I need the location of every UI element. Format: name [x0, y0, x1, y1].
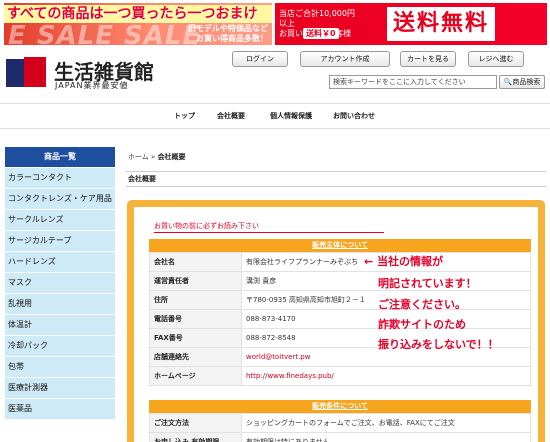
sidebar-item[interactable]: コンタクトレンズ・ケア用品: [5, 188, 115, 209]
site-logo-icon[interactable]: [6, 57, 48, 91]
sale-background-text: E SALE SALE: [8, 21, 202, 45]
row-key: FAX番号: [149, 328, 242, 348]
warning-line1: ← 当社の情報が: [364, 255, 444, 268]
page-title: 会社概要: [126, 171, 546, 187]
seller-table: 会社名 有限会社ライフプランナーみぞぶち 運営責任者 溝渕 貴彦 住所 〒780-09…: [149, 252, 531, 386]
breadcrumb-home[interactable]: ホーム: [128, 153, 149, 161]
homepage-link[interactable]: http://www.finedays.pub/: [241, 366, 531, 386]
section-seller[interactable]: 販売主体について: [149, 239, 531, 252]
warning-line5: 振り込みをしないで！！: [378, 338, 499, 351]
main-nav: トップ 会社概要 個人情報保護 お問い合わせ: [0, 103, 550, 129]
row-value: ショッピングカートのフォームでご注文、お電話、FAXにてご注文: [241, 413, 531, 433]
row-key: 運営責任者: [149, 271, 242, 291]
warning-line3: ご注意ください。: [378, 298, 466, 311]
sidebar-item[interactable]: 体温計: [5, 314, 115, 335]
nav-contact[interactable]: お問い合わせ: [333, 111, 375, 121]
row-key: ホームページ: [149, 366, 242, 386]
sidebar-item[interactable]: 包帯: [5, 356, 115, 377]
table-row: 住所 〒780-0935 高知県高知市旭町２－１: [149, 290, 531, 310]
row-key: ご注文方法: [149, 413, 242, 433]
sidebar-title: 商品一覧: [5, 147, 115, 167]
shipping-banner[interactable]: 当店ご合計10,000円以上 お買い上げのお客様 送料￥0 送料無料: [275, 3, 547, 45]
sidebar-item[interactable]: マスク: [5, 272, 115, 293]
row-key: 電話番号: [149, 309, 242, 329]
company-info-panel: お買い物の前に必ずお読み下さい 販売主体について 会社名 有限会社ライフプランナー…: [127, 200, 545, 442]
breadcrumb-current: 会社概要: [157, 153, 186, 161]
nav-privacy[interactable]: 個人情報保護: [270, 111, 312, 121]
promo-sub-line2: お買い得商品多数！: [196, 34, 268, 43]
notice-text: お買い物の前に必ずお読み下さい: [154, 221, 384, 233]
create-account-button[interactable]: アカウント作成: [300, 51, 390, 67]
view-cart-button[interactable]: カートを見る: [400, 51, 456, 67]
free-shipping-title: 送料無料: [387, 7, 496, 41]
category-sidebar: 商品一覧 カラーコンタクト コンタクトレンズ・ケア用品 サークルレンズ サージカ…: [5, 147, 115, 419]
table-row: お申し込み 有効期限 有効期限は特にありません。: [149, 432, 531, 442]
sidebar-item[interactable]: 冷却パック: [5, 335, 115, 356]
login-button[interactable]: ログイン: [232, 51, 288, 67]
breadcrumb: ホーム » 会社概要: [128, 152, 186, 162]
sidebar-item[interactable]: カラーコンタクト: [5, 167, 115, 188]
section-terms[interactable]: 販売条件について: [149, 400, 531, 413]
table-row: 会社名 有限会社ライフプランナーみぞぶち: [149, 252, 531, 272]
checkout-button[interactable]: レジへ進む: [468, 51, 524, 67]
search-button[interactable]: 🔍商品検索: [499, 75, 545, 89]
row-key: 住所: [149, 290, 242, 310]
company-info-inner: お買い物の前に必ずお読み下さい 販売主体について 会社名 有限会社ライフプランナー…: [134, 207, 538, 442]
promo-sub-line1: 旧モデルや特価品など: [188, 24, 268, 33]
row-key: 会社名: [149, 252, 242, 272]
row-value: 有効期限は特にありません。: [241, 432, 531, 442]
sidebar-item[interactable]: サークルレンズ: [5, 209, 115, 230]
shipping-note-line1: 当店ご合計10,000円以上: [279, 9, 355, 28]
sidebar-item[interactable]: サージカルテープ: [5, 230, 115, 251]
warning-line2: 明記されています！: [378, 277, 477, 290]
promo-headline: すべての商品は一つ買ったら一つおまけ: [4, 5, 272, 23]
sidebar-item[interactable]: 医療計測器: [5, 377, 115, 398]
promo-banner-left[interactable]: E SALE SALE すべての商品は一つ買ったら一つおまけ 旧モデルや特価品な…: [4, 3, 272, 45]
warning-line4: 詐欺サイトのため: [378, 318, 466, 331]
nav-top[interactable]: トップ: [174, 111, 195, 121]
shipping-chip: 送料￥0: [303, 28, 339, 39]
sidebar-item[interactable]: ハードレンズ: [5, 251, 115, 272]
table-row: 電話番号 088-873-4170: [149, 309, 531, 329]
breadcrumb-separator: »: [151, 153, 156, 161]
nav-company[interactable]: 会社概要: [217, 111, 245, 121]
terms-table: ご注文方法 ショッピングカートのフォームでご注文、お電話、FAXにてご注文 お申し…: [149, 413, 531, 442]
site-tagline: JAPAN業界最安値: [55, 81, 129, 90]
row-key: 店舗連絡先: [149, 347, 242, 367]
sidebar-item[interactable]: 乱視用: [5, 293, 115, 314]
sidebar-item[interactable]: 医薬品: [5, 398, 115, 419]
search-button-label: 商品検索: [512, 78, 541, 86]
table-row: ホームページ http://www.finedays.pub/: [149, 366, 531, 386]
row-key: お申し込み 有効期限: [149, 432, 242, 442]
search-input[interactable]: 検索キーワードをここに入力してください: [329, 75, 497, 89]
table-row: ご注文方法 ショッピングカートのフォームでご注文、お電話、FAXにてご注文: [149, 413, 531, 433]
promo-subtext: 旧モデルや特価品など お買い得商品多数！: [188, 24, 268, 44]
